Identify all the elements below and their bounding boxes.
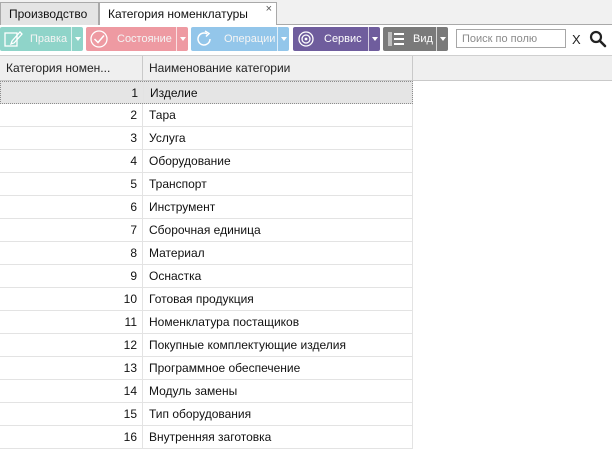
table-row[interactable]: 2 Тара bbox=[0, 104, 413, 127]
cell-category-name: Модуль замены bbox=[149, 384, 238, 398]
cell-category-id: 2 bbox=[0, 104, 143, 126]
chevron-down-icon[interactable] bbox=[368, 27, 380, 51]
table-row[interactable]: 16 Внутренняя заготовка bbox=[0, 426, 413, 449]
cell-category-name: Внутренняя заготовка bbox=[149, 430, 272, 444]
table-row[interactable]: 13 Программное обеспечение bbox=[0, 357, 413, 380]
column-header-category-name[interactable]: Наименование категории bbox=[143, 56, 413, 80]
edit-icon bbox=[4, 31, 23, 47]
table-row[interactable]: 10 Готовая продукция bbox=[0, 288, 413, 311]
tab-label: Категория номенклатуры bbox=[108, 7, 248, 21]
category-grid: Категория номен... Наименование категори… bbox=[0, 56, 612, 449]
cell-category-name: Изделие bbox=[150, 86, 198, 100]
cell-category-id: 8 bbox=[0, 242, 143, 264]
cell-category-name: Тара bbox=[149, 108, 176, 122]
column-header-category-id[interactable]: Категория номен... bbox=[0, 56, 143, 80]
state-button[interactable]: Состояние bbox=[86, 27, 188, 51]
table-row[interactable]: 9 Оснастка bbox=[0, 265, 413, 288]
cell-category-id: 10 bbox=[0, 288, 143, 310]
cell-category-id: 14 bbox=[0, 380, 143, 402]
service-button-label: Сервис bbox=[324, 33, 362, 45]
table-row[interactable]: 4 Оборудование bbox=[0, 150, 413, 173]
clear-search-icon[interactable]: X bbox=[572, 32, 581, 47]
chevron-down-icon[interactable] bbox=[277, 27, 289, 51]
cell-category-name: Номенклатура постащиков bbox=[149, 315, 300, 329]
cell-category-id: 5 bbox=[0, 173, 143, 195]
operations-button-label: Операции bbox=[224, 33, 276, 45]
gear-icon bbox=[298, 31, 314, 47]
cell-category-id: 12 bbox=[0, 334, 143, 356]
cell-category-id: 6 bbox=[0, 196, 143, 218]
table-row[interactable]: 7 Сборочная единица bbox=[0, 219, 413, 242]
cell-category-name: Тип оборудования bbox=[149, 407, 252, 421]
chevron-down-icon[interactable] bbox=[436, 27, 448, 51]
grid-header: Категория номен... Наименование категори… bbox=[0, 56, 612, 81]
tab-bar: Производство Категория номенклатуры × bbox=[0, 0, 612, 26]
chevron-down-icon[interactable] bbox=[176, 27, 188, 51]
table-row[interactable]: 3 Услуга bbox=[0, 127, 413, 150]
cell-category-name: Услуга bbox=[149, 131, 186, 145]
close-icon[interactable]: × bbox=[266, 3, 272, 15]
view-button[interactable]: Вид bbox=[383, 27, 448, 51]
table-row[interactable]: 15 Тип оборудования bbox=[0, 403, 413, 426]
view-button-label: Вид bbox=[413, 33, 433, 45]
chevron-down-icon[interactable] bbox=[71, 27, 83, 51]
cell-category-id: 1 bbox=[1, 82, 144, 104]
table-row[interactable]: 1 Изделие bbox=[0, 81, 413, 104]
cell-category-name: Готовая продукция bbox=[149, 292, 254, 306]
cell-category-id: 15 bbox=[0, 403, 143, 425]
cell-category-id: 11 bbox=[0, 311, 143, 333]
table-row[interactable]: 14 Модуль замены bbox=[0, 380, 413, 403]
cell-category-id: 16 bbox=[0, 426, 143, 448]
cell-category-name: Сборочная единица bbox=[149, 223, 261, 237]
cell-category-name: Программное обеспечение bbox=[149, 361, 301, 375]
cell-category-id: 13 bbox=[0, 357, 143, 379]
tab-label: Производство bbox=[9, 7, 88, 21]
table-row[interactable]: 11 Номенклатура постащиков bbox=[0, 311, 413, 334]
tab-production[interactable]: Производство bbox=[0, 2, 99, 25]
toolbar: Правка Состояние Операции Сервис Вид Пои… bbox=[0, 25, 612, 56]
cell-category-name: Оборудование bbox=[149, 154, 231, 168]
search-input[interactable] bbox=[456, 29, 566, 48]
table-row[interactable]: 6 Инструмент bbox=[0, 196, 413, 219]
refresh-icon bbox=[197, 30, 211, 46]
service-button[interactable]: Сервис bbox=[293, 27, 380, 51]
grid-body: 1 Изделие 2 Тара 3 Услуга 4 Оборудование 5 Трансп… bbox=[0, 81, 413, 449]
cell-category-id: 4 bbox=[0, 150, 143, 172]
operations-button[interactable]: Операции bbox=[191, 27, 289, 51]
cell-category-id: 7 bbox=[0, 219, 143, 241]
magnifier-icon[interactable] bbox=[589, 30, 607, 48]
cell-category-name: Инструмент bbox=[149, 200, 216, 214]
list-view-icon bbox=[388, 32, 404, 46]
cell-category-name: Покупные комплектующие изделия bbox=[149, 338, 346, 352]
cell-category-id: 3 bbox=[0, 127, 143, 149]
edit-button[interactable]: Правка bbox=[0, 27, 83, 51]
cell-category-name: Оснастка bbox=[149, 269, 202, 283]
edit-button-label: Правка bbox=[30, 33, 68, 45]
cell-category-name: Материал bbox=[149, 246, 205, 260]
tab-nomenclature-category[interactable]: Категория номенклатуры × bbox=[99, 2, 277, 26]
cell-category-name: Транспорт bbox=[149, 177, 207, 191]
table-row[interactable]: 8 Материал bbox=[0, 242, 413, 265]
cell-category-id: 9 bbox=[0, 265, 143, 287]
check-circle-icon bbox=[90, 30, 108, 48]
table-row[interactable]: 5 Транспорт bbox=[0, 173, 413, 196]
table-row[interactable]: 12 Покупные комплектующие изделия bbox=[0, 334, 413, 357]
state-button-label: Состояние bbox=[117, 33, 172, 45]
